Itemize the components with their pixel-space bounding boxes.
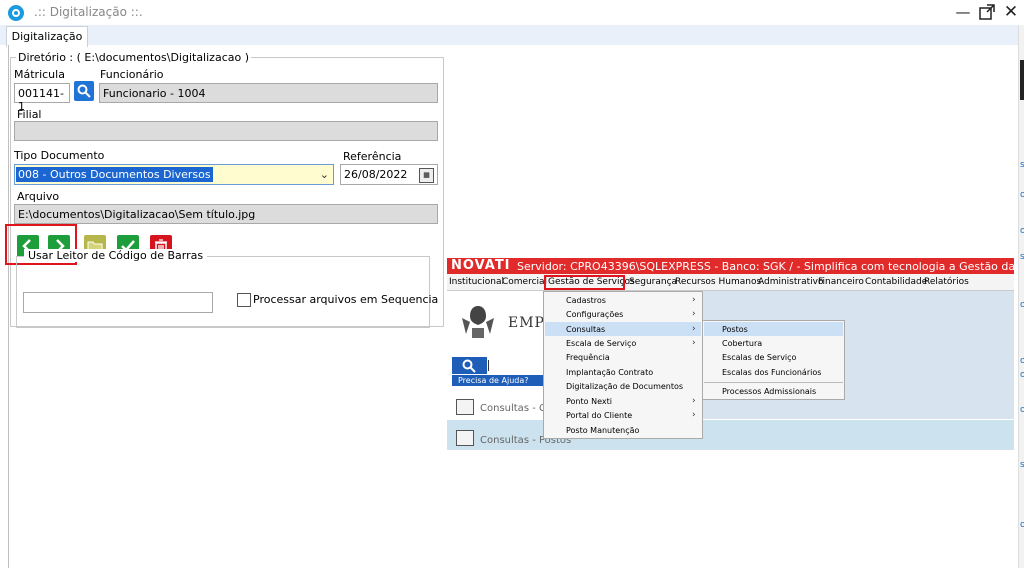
embedded-help: Precisa de Ajuda? — [452, 375, 544, 386]
left-border — [8, 45, 9, 568]
edge-mark: o — [1020, 405, 1024, 415]
embedded-dropdown-item: Ponto Nexti — [566, 397, 612, 406]
matricula-label: Mátricula — [14, 68, 65, 81]
close-button[interactable]: ✕ — [1000, 1, 1022, 23]
edge-mark: o — [1020, 300, 1024, 310]
scrollbar-thumb[interactable] — [1020, 60, 1024, 100]
embedded-dropdown-item: Frequência — [566, 353, 610, 362]
edge-mark: o — [1020, 520, 1024, 530]
popout-icon — [979, 4, 995, 20]
document-icon — [456, 430, 474, 446]
chevron-right-icon: › — [692, 410, 696, 420]
chevron-right-icon: › — [692, 295, 696, 305]
embedded-dropdown-item: Consultas — [566, 325, 606, 334]
embedded-dropdown-item: Escala de Serviço — [566, 339, 637, 348]
search-button[interactable] — [74, 81, 94, 101]
embedded-dropdown-item: Digitalização de Documentos — [566, 382, 684, 391]
funcionario-field: Funcionario - 1004 — [99, 83, 438, 103]
tipo-documento-value: 008 - Outros Documentos Diversos — [16, 167, 213, 182]
embedded-submenu-item: Escalas de Serviço — [722, 353, 797, 362]
referencia-date-input[interactable]: 26/08/2022 ▦ — [340, 164, 438, 185]
text-cursor — [488, 360, 489, 371]
sequence-checkbox[interactable] — [237, 293, 251, 307]
edge-mark: o — [1020, 370, 1024, 380]
window-title: .:: Digitalização ::. — [34, 5, 143, 19]
calendar-icon[interactable]: ▦ — [419, 168, 434, 183]
embedded-menu-item: Segurança — [629, 277, 678, 287]
chevron-right-icon: › — [692, 324, 696, 334]
embedded-submenu-item: Cobertura — [722, 339, 763, 348]
embedded-menu-item: Contabilidade — [865, 277, 928, 287]
popout-button[interactable] — [976, 1, 998, 23]
tipo-documento-select[interactable]: 008 - Outros Documentos Diversos ⌄ — [14, 164, 334, 185]
embedded-dropdown-item: Implantação Contrato — [566, 368, 654, 377]
barcode-input[interactable] — [23, 292, 213, 313]
referencia-label: Referência — [343, 150, 402, 163]
embedded-link: Consultas - Co — [480, 403, 553, 414]
embedded-menu-item: Recursos Humanos — [675, 277, 762, 287]
tab-strip — [0, 25, 1020, 45]
embedded-menu-item: Institucional — [449, 277, 504, 287]
filial-label: Filial — [17, 108, 42, 121]
sequence-checkbox-label: Processar arquivos em Sequencia — [253, 293, 439, 306]
chevron-right-icon: › — [692, 338, 696, 348]
company-logo-icon — [458, 302, 498, 342]
directory-legend: Diretório : ( E:\documentos\Digitalizaca… — [16, 51, 251, 64]
embedded-dropdown-item: Portal do Cliente — [566, 411, 633, 420]
chevron-right-icon: › — [692, 396, 696, 406]
embedded-menu-highlight — [544, 275, 625, 290]
filial-field — [14, 121, 438, 141]
edge-mark: s — [1020, 460, 1024, 470]
arquivo-field: E:\documentos\Digitalizacao\Sem título.j… — [14, 204, 438, 224]
edge-mark: o — [1020, 356, 1024, 366]
matricula-input[interactable]: 001141-1 — [14, 83, 70, 113]
submenu-divider — [704, 382, 843, 383]
title-bar — [0, 0, 1024, 26]
edge-mark: s — [1020, 160, 1024, 170]
arquivo-label: Arquivo — [17, 190, 60, 203]
tab-digitalizacao[interactable]: Digitalização — [6, 26, 88, 47]
barcode-legend: Usar Leitor de Código de Barras — [24, 249, 208, 262]
funcionario-label: Funcionário — [100, 68, 164, 81]
tipo-documento-label: Tipo Documento — [14, 149, 105, 162]
embedded-submenu-item: Processos Admissionais — [722, 387, 817, 396]
edge-mark: o — [1020, 190, 1024, 200]
embedded-submenu-item: Escalas dos Funcionários — [722, 368, 822, 377]
chevron-down-icon[interactable]: ⌄ — [320, 168, 329, 181]
document-icon — [456, 399, 474, 415]
chevron-right-icon: › — [692, 309, 696, 319]
minimize-button[interactable]: — — [952, 1, 974, 23]
embedded-dropdown-item: Posto Manutenção — [566, 426, 640, 435]
edge-mark: o — [1020, 226, 1024, 236]
search-icon — [77, 84, 91, 98]
embedded-menu-item: Comercial — [502, 277, 548, 287]
right-edge-panel — [1018, 25, 1024, 568]
embedded-dropdown-item: Configurações — [566, 310, 624, 319]
embedded-dropdown-item: Cadastros — [566, 296, 606, 305]
embedded-menu-item: Financeiro — [818, 277, 864, 287]
referencia-value: 26/08/2022 — [344, 168, 408, 181]
embedded-search-box — [452, 357, 487, 374]
embedded-menu-item: Relatórios — [924, 277, 969, 287]
embedded-logo: NOVATI — [451, 258, 511, 273]
embedded-submenu-item: Postos — [722, 325, 748, 334]
embedded-menu-item: Administrativo — [758, 277, 824, 287]
search-icon — [462, 359, 476, 373]
app-icon — [8, 5, 24, 21]
